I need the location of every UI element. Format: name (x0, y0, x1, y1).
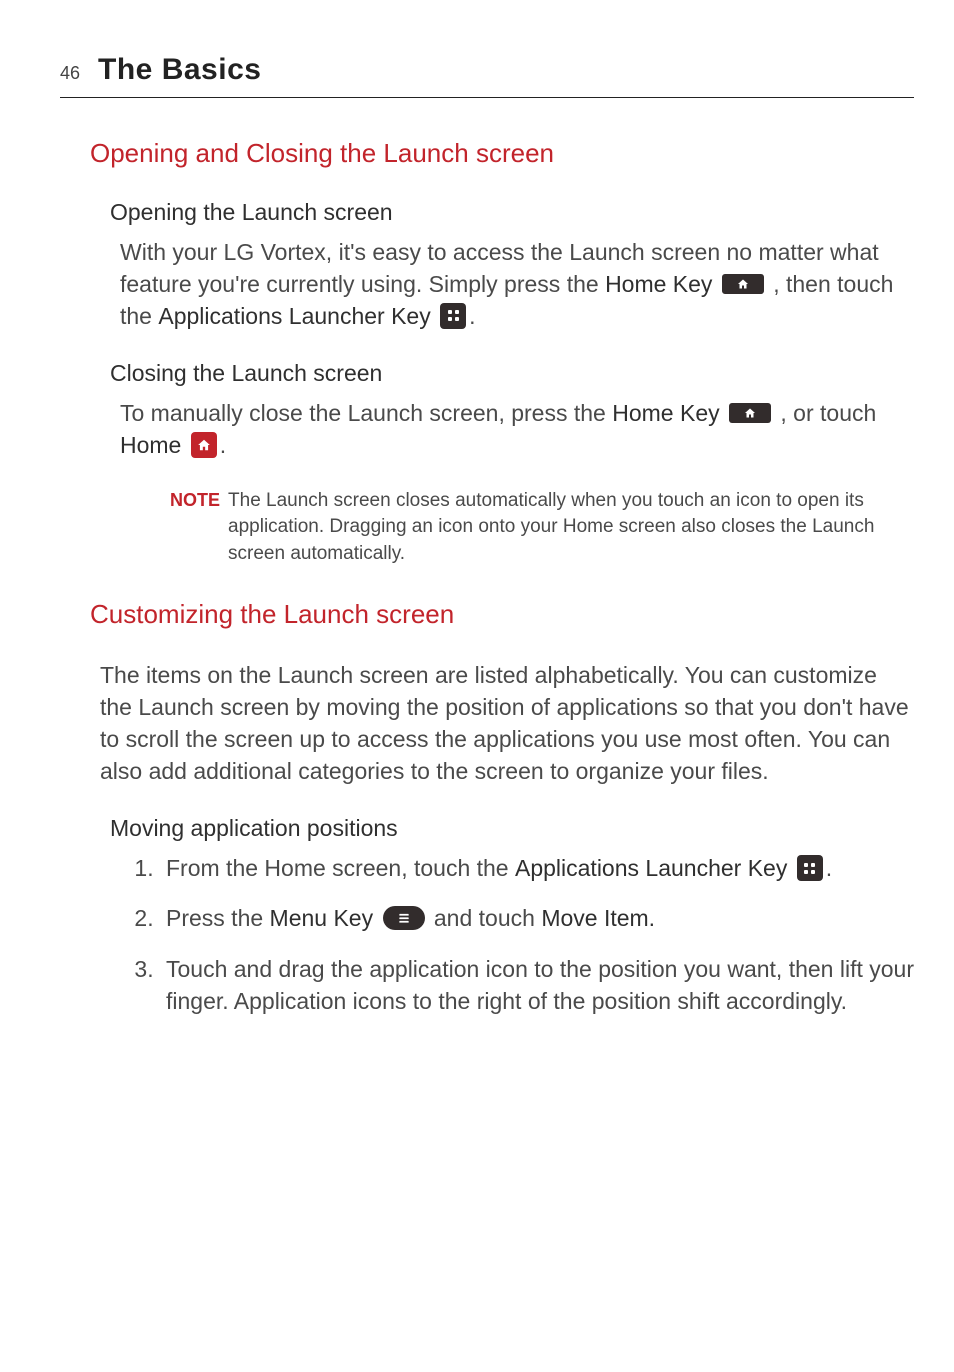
menu-key-label: Menu Key (270, 905, 374, 931)
text: From the Home screen, touch the (166, 855, 515, 881)
move-item-label: Move Item. (541, 905, 655, 931)
menu-key-icon (383, 906, 425, 930)
home-key-icon (729, 403, 771, 423)
text: , or touch (780, 400, 876, 426)
app-launcher-icon (797, 855, 823, 881)
heading-opening-closing: Opening and Closing the Launch screen (90, 136, 914, 171)
text: . (220, 432, 226, 458)
text: To manually close the Launch screen, pre… (120, 400, 612, 426)
section-title: The Basics (98, 50, 261, 91)
home-label: Home (120, 432, 181, 458)
paragraph-closing: To manually close the Launch screen, pre… (120, 397, 914, 461)
subheading-moving: Moving application positions (110, 813, 914, 844)
note-text: The Launch screen closes automatically w… (228, 488, 914, 568)
text: . (826, 855, 832, 881)
note-label: NOTE (170, 488, 220, 512)
heading-customizing: Customizing the Launch screen (90, 597, 914, 632)
text: Press the (166, 905, 270, 931)
home-app-icon (191, 432, 217, 458)
text: and touch (434, 905, 541, 931)
app-launcher-label: Applications Launcher Key (158, 303, 430, 329)
home-key-label: Home Key (612, 400, 719, 426)
app-launcher-icon (440, 303, 466, 329)
paragraph-opening: With your LG Vortex, it's easy to access… (120, 236, 914, 333)
text: . (469, 303, 475, 329)
text: With your LG Vortex, it's easy to access… (120, 239, 879, 297)
home-key-label: Home Key (605, 271, 712, 297)
page-number: 46 (60, 61, 80, 85)
note-block: NOTE The Launch screen closes automatica… (170, 488, 914, 568)
subheading-closing: Closing the Launch screen (110, 358, 914, 389)
subheading-opening: Opening the Launch screen (110, 197, 914, 228)
page-header: 46 The Basics (60, 50, 914, 98)
step-3: Touch and drag the application icon to t… (160, 953, 914, 1017)
steps-list: From the Home screen, touch the Applicat… (160, 852, 914, 1017)
home-key-icon (722, 274, 764, 294)
step-1: From the Home screen, touch the Applicat… (160, 852, 914, 884)
app-launcher-label: Applications Launcher Key (515, 855, 787, 881)
paragraph-customizing-intro: The items on the Launch screen are liste… (100, 659, 914, 788)
step-2: Press the Menu Key and touch Move Item. (160, 902, 914, 934)
